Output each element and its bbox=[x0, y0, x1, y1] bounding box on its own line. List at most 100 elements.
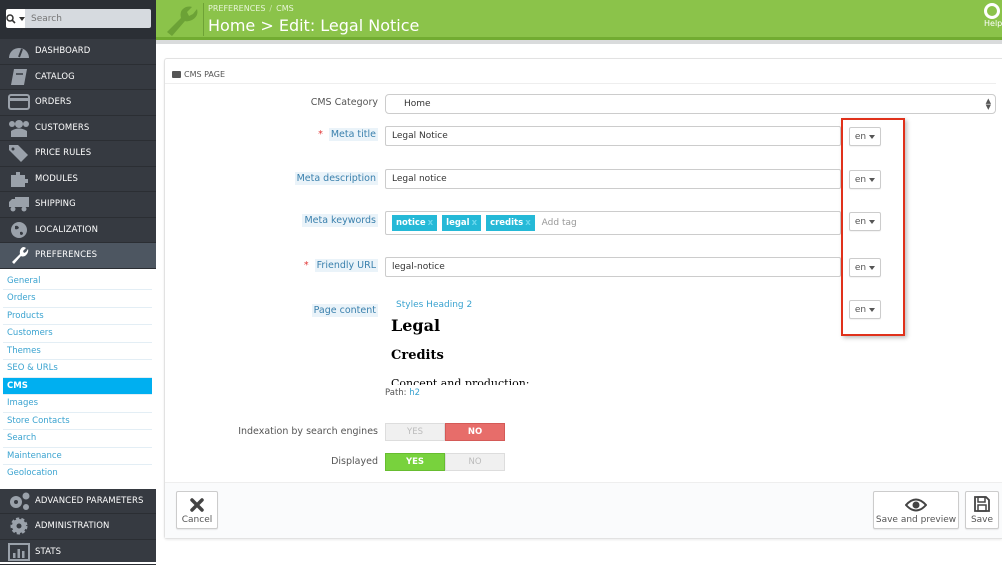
remove-tag-icon[interactable]: x bbox=[428, 218, 433, 228]
save-button[interactable]: Save bbox=[965, 491, 999, 529]
keyword-tag: noticex bbox=[392, 215, 437, 231]
cancel-button[interactable]: Cancel bbox=[176, 491, 218, 529]
search-icon bbox=[6, 14, 16, 24]
gears-icon bbox=[5, 490, 33, 512]
meta-title-row: * Meta title bbox=[160, 126, 378, 146]
credit-card-icon bbox=[5, 91, 33, 113]
search-type-button[interactable] bbox=[6, 9, 25, 28]
submenu-item-geolocation[interactable]: Geolocation bbox=[3, 465, 152, 483]
remove-tag-icon[interactable]: x bbox=[472, 218, 477, 228]
nav-item-stats[interactable]: STATS bbox=[0, 540, 156, 565]
remove-tag-icon[interactable]: x bbox=[525, 218, 530, 228]
select-arrows-icon: ▲▼ bbox=[986, 98, 991, 110]
meta-description-row: Meta description bbox=[160, 169, 378, 189]
editor-path: Path: h2 bbox=[385, 388, 420, 398]
nav-item-catalog[interactable]: CATALOG bbox=[0, 65, 156, 91]
close-icon bbox=[190, 498, 204, 512]
bar-chart-icon bbox=[5, 541, 33, 563]
indexation-no-option[interactable]: NO bbox=[445, 423, 505, 441]
sidebar: DASHBOARD CATALOG ORDERS CUSTOMERS PRICE… bbox=[0, 0, 156, 562]
submenu-item-general[interactable]: General bbox=[3, 273, 152, 291]
dashboard-icon bbox=[5, 40, 33, 62]
meta-title-input[interactable] bbox=[385, 126, 841, 146]
submenu-item-maintenance[interactable]: Maintenance bbox=[3, 448, 152, 466]
required-marker: * bbox=[304, 260, 309, 271]
displayed-label: Displayed bbox=[331, 456, 378, 467]
content-paragraph: Concept and production: bbox=[391, 377, 591, 385]
submenu-item-customers[interactable]: Customers bbox=[3, 325, 152, 343]
page-content-row: Page content bbox=[160, 300, 378, 320]
submenu-item-cms[interactable]: CMS bbox=[3, 378, 152, 396]
keyword-tag: legalx bbox=[442, 215, 481, 231]
submenu-item-products[interactable]: Products bbox=[3, 308, 152, 326]
catalog-icon bbox=[5, 66, 33, 88]
meta-title-label: Meta title bbox=[329, 128, 378, 141]
truck-icon bbox=[5, 193, 33, 215]
meta-keywords-tag-input[interactable]: noticex legalx creditsx Add tag bbox=[385, 211, 841, 235]
globe-icon bbox=[5, 219, 33, 241]
cms-category-select[interactable]: Home ▲▼ bbox=[385, 94, 996, 114]
nav-item-orders[interactable]: ORDERS bbox=[0, 90, 156, 116]
header-divider bbox=[203, 3, 204, 36]
cms-category-label: CMS Category bbox=[311, 97, 378, 108]
page-content-editor[interactable]: Legal Credits Concept and production: bbox=[391, 313, 591, 385]
nav-item-shipping[interactable]: SHIPPING bbox=[0, 192, 156, 218]
nav-item-advanced-parameters[interactable]: ADVANCED PARAMETERS bbox=[0, 489, 156, 515]
floppy-disk-icon bbox=[974, 496, 990, 512]
preferences-submenu: General Orders Products Customers Themes… bbox=[0, 269, 156, 489]
puzzle-icon bbox=[5, 168, 33, 190]
folder-icon bbox=[172, 71, 181, 78]
required-marker: * bbox=[318, 129, 323, 140]
keyword-tag: creditsx bbox=[486, 215, 535, 231]
friendly-url-row: * Friendly URL bbox=[160, 257, 378, 277]
nav-item-customers[interactable]: CUSTOMERS bbox=[0, 116, 156, 142]
editor-path-element[interactable]: h2 bbox=[409, 388, 420, 398]
help-button[interactable]: Help bbox=[984, 3, 1002, 28]
cms-category-row: CMS Category bbox=[160, 94, 378, 114]
header-shadow bbox=[156, 40, 1002, 44]
tag-icon bbox=[5, 142, 33, 164]
nav-item-price-rules[interactable]: PRICE RULES bbox=[0, 141, 156, 167]
search-bar bbox=[0, 0, 156, 39]
save-and-preview-button[interactable]: Save and preview bbox=[873, 491, 959, 529]
submenu-item-themes[interactable]: Themes bbox=[3, 343, 152, 361]
submenu-item-search[interactable]: Search bbox=[3, 430, 152, 448]
submenu-item-images[interactable]: Images bbox=[3, 395, 152, 413]
indexation-label: Indexation by search engines bbox=[238, 426, 378, 437]
language-selectors-annotation bbox=[841, 118, 905, 336]
nav-item-preferences[interactable]: PREFERENCES bbox=[0, 243, 156, 269]
add-tag-placeholder[interactable]: Add tag bbox=[542, 218, 577, 228]
submenu-item-seo-urls[interactable]: SEO & URLs bbox=[3, 360, 152, 378]
indexation-toggle[interactable]: YES NO bbox=[385, 423, 505, 441]
breadcrumb: PREFERENCES/CMS bbox=[208, 4, 294, 13]
displayed-row: Displayed bbox=[160, 453, 378, 471]
lifebuoy-icon bbox=[984, 3, 1000, 19]
displayed-toggle[interactable]: YES NO bbox=[385, 453, 505, 471]
submenu-item-orders[interactable]: Orders bbox=[3, 290, 152, 308]
displayed-yes-option[interactable]: YES bbox=[385, 453, 445, 471]
search-input[interactable] bbox=[25, 9, 151, 28]
panel-heading: CMS PAGE bbox=[165, 59, 996, 84]
nav-item-localization[interactable]: LOCALIZATION bbox=[0, 218, 156, 244]
nav-item-modules[interactable]: MODULES bbox=[0, 167, 156, 193]
friendly-url-label: Friendly URL bbox=[315, 259, 378, 272]
nav-item-administration[interactable]: ADMINISTRATION bbox=[0, 514, 156, 540]
wrench-icon bbox=[5, 244, 33, 266]
content-heading-2: Credits bbox=[391, 348, 591, 363]
wrench-icon bbox=[164, 4, 200, 36]
indexation-yes-option[interactable]: YES bbox=[385, 423, 445, 441]
breadcrumb-cms[interactable]: CMS bbox=[276, 4, 294, 13]
nav-item-dashboard[interactable]: DASHBOARD bbox=[0, 39, 156, 65]
page-title: Home > Edit: Legal Notice bbox=[208, 16, 419, 35]
users-icon bbox=[5, 117, 33, 139]
friendly-url-input[interactable] bbox=[385, 257, 841, 277]
meta-description-input[interactable] bbox=[385, 169, 841, 189]
breadcrumb-preferences[interactable]: PREFERENCES bbox=[208, 4, 265, 13]
meta-description-label: Meta description bbox=[295, 172, 378, 185]
indexation-row: Indexation by search engines bbox=[160, 423, 378, 441]
page-header: PREFERENCES/CMS Home > Edit: Legal Notic… bbox=[156, 0, 1002, 40]
displayed-no-option[interactable]: NO bbox=[445, 453, 505, 471]
meta-keywords-label: Meta keywords bbox=[302, 214, 378, 227]
editor-styles-dropdown[interactable]: Styles Heading 2 bbox=[396, 300, 472, 310]
submenu-item-store-contacts[interactable]: Store Contacts bbox=[3, 413, 152, 431]
